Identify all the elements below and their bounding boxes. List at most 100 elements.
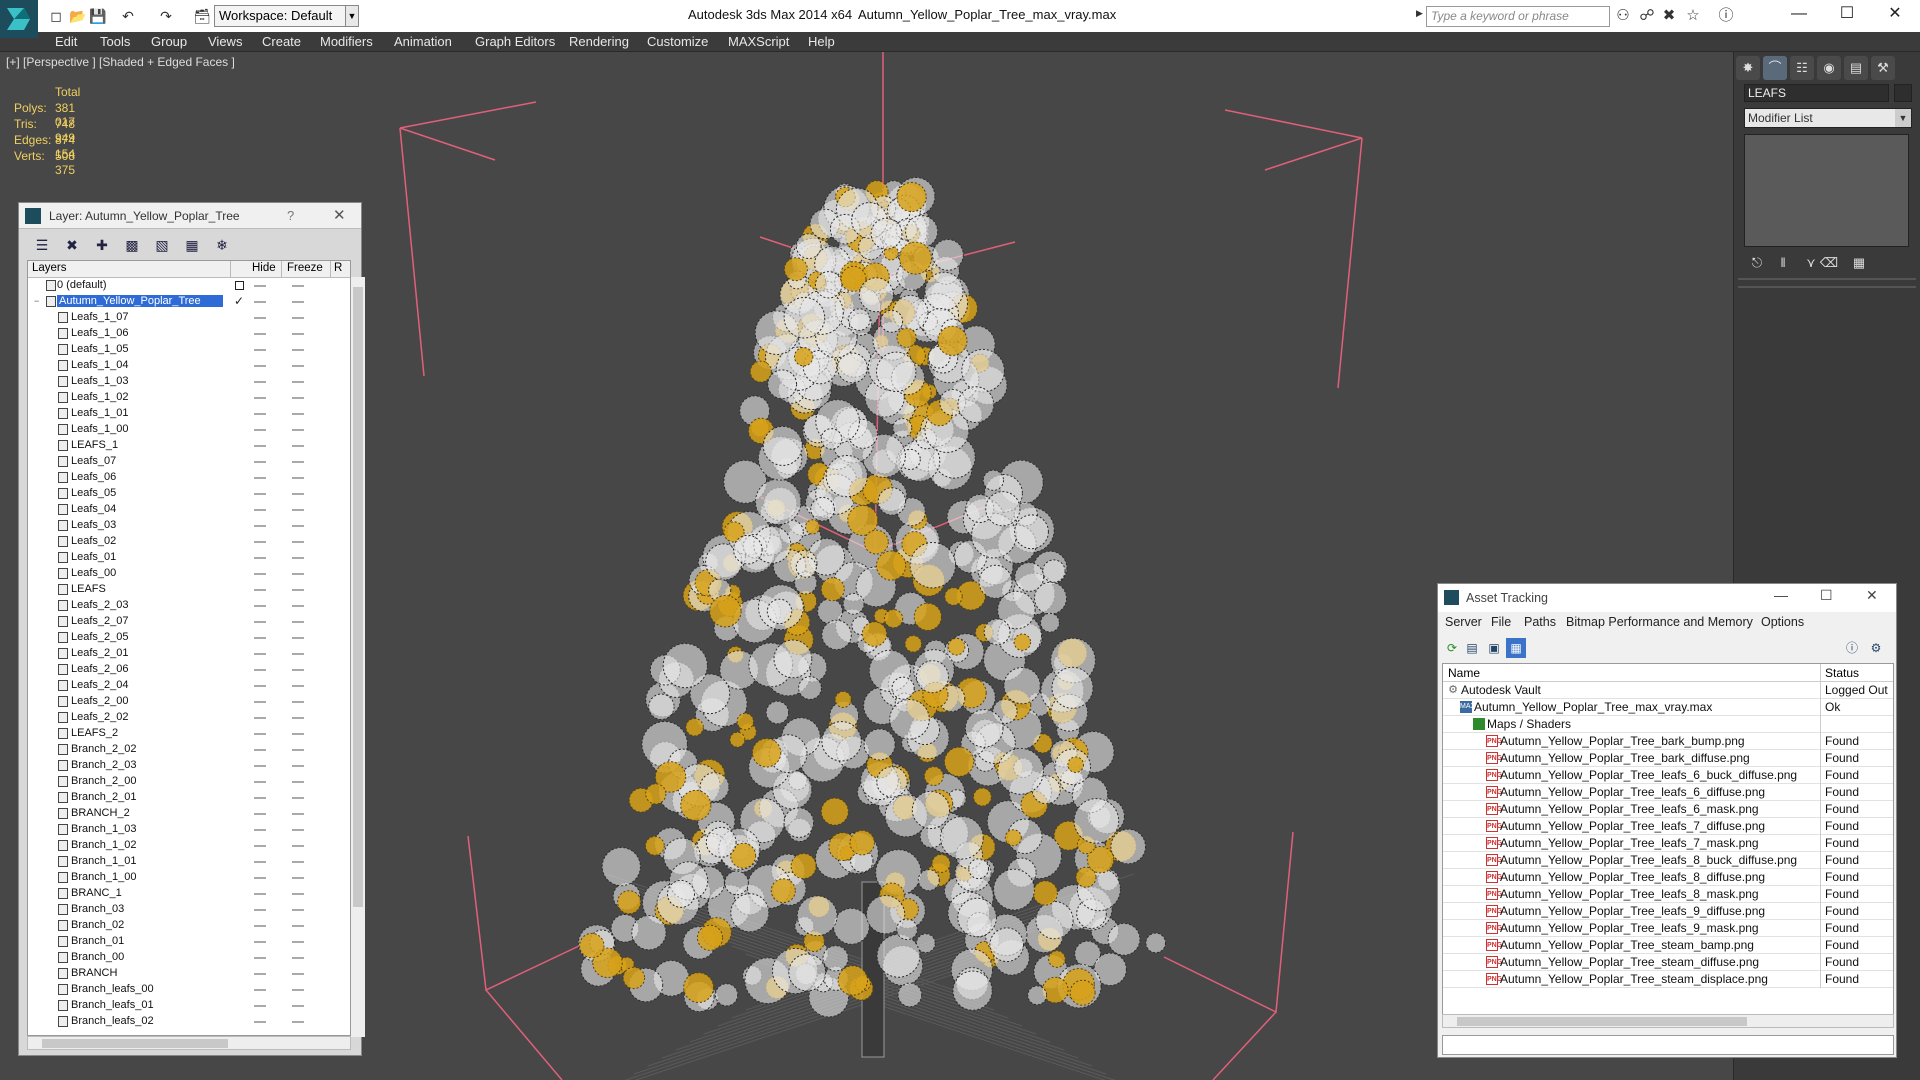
hide-toggle[interactable] bbox=[254, 749, 266, 751]
layer-row[interactable]: 0 (default) bbox=[28, 278, 340, 294]
hide-toggle[interactable] bbox=[254, 957, 266, 959]
layer-row[interactable]: Leafs_05 bbox=[28, 486, 340, 502]
hide-toggle[interactable] bbox=[254, 941, 266, 943]
menu-graph-editors[interactable]: Graph Editors bbox=[475, 34, 555, 49]
layer-row[interactable]: Leafs_2_02 bbox=[28, 710, 340, 726]
layer-row[interactable]: BRANCH bbox=[28, 966, 340, 982]
hide-toggle[interactable] bbox=[254, 1005, 266, 1007]
hide-toggle[interactable] bbox=[254, 445, 266, 447]
hide-toggle[interactable] bbox=[254, 797, 266, 799]
collapse-toggle-icon[interactable] bbox=[34, 280, 44, 290]
layer-row[interactable]: Leafs_06 bbox=[28, 470, 340, 486]
layer-row[interactable]: Leafs_04 bbox=[28, 502, 340, 518]
layer-horizontal-scrollbar[interactable] bbox=[27, 1036, 351, 1050]
layer-row[interactable]: Branch_2_03 bbox=[28, 758, 340, 774]
freeze-toggle[interactable] bbox=[292, 573, 304, 575]
hide-toggle[interactable] bbox=[254, 493, 266, 495]
hide-toggle[interactable] bbox=[254, 893, 266, 895]
thumbnail-view-icon[interactable]: ▣ bbox=[1484, 638, 1504, 658]
asset-row[interactable]: Maps / Shaders bbox=[1443, 716, 1893, 733]
layer-row[interactable]: Branch_leafs_01 bbox=[28, 998, 340, 1014]
hide-toggle[interactable] bbox=[254, 605, 266, 607]
hide-all-icon[interactable]: ▦ bbox=[181, 235, 203, 255]
freeze-toggle[interactable] bbox=[292, 893, 304, 895]
layer-row[interactable]: Branch_leafs_00 bbox=[28, 982, 340, 998]
hide-toggle[interactable] bbox=[254, 701, 266, 703]
freeze-toggle[interactable] bbox=[292, 413, 304, 415]
hide-toggle[interactable] bbox=[254, 669, 266, 671]
hide-toggle[interactable] bbox=[254, 813, 266, 815]
freeze-toggle[interactable] bbox=[292, 749, 304, 751]
column-status[interactable]: Status bbox=[1825, 666, 1859, 680]
asset-row[interactable]: PNG Autumn_Yellow_Poplar_Tree_leafs_7_mas… bbox=[1443, 835, 1893, 852]
hide-toggle[interactable] bbox=[254, 525, 266, 527]
collapse-toggle-icon[interactable]: − bbox=[34, 296, 44, 306]
freeze-toggle[interactable] bbox=[292, 733, 304, 735]
maximize-icon[interactable]: ☐ bbox=[1824, 0, 1870, 30]
layer-row[interactable]: Branch_1_00 bbox=[28, 870, 340, 886]
asset-menu-options[interactable]: Options bbox=[1761, 615, 1804, 629]
layer-row[interactable]: Branch_1_02 bbox=[28, 838, 340, 854]
layer-row[interactable]: Leafs_1_00 bbox=[28, 422, 340, 438]
viewport-label[interactable]: [+] [Perspective ] [Shaded + Edged Faces… bbox=[6, 55, 235, 69]
hide-toggle[interactable] bbox=[254, 717, 266, 719]
hide-toggle[interactable] bbox=[254, 637, 266, 639]
undo-icon[interactable]: ↶ bbox=[118, 6, 138, 26]
hide-toggle[interactable] bbox=[254, 589, 266, 591]
redo-icon[interactable]: ↷ bbox=[156, 6, 176, 26]
hierarchy-tab-icon[interactable]: ☷ bbox=[1790, 56, 1814, 80]
layer-row[interactable]: Leafs_03 bbox=[28, 518, 340, 534]
freeze-toggle[interactable] bbox=[292, 909, 304, 911]
menu-animation[interactable]: Animation bbox=[394, 34, 452, 49]
freeze-toggle[interactable] bbox=[292, 477, 304, 479]
menu-create[interactable]: Create bbox=[262, 34, 301, 49]
new-file-icon[interactable]: ◻ bbox=[46, 6, 66, 26]
asset-row[interactable]: PNG Autumn_Yellow_Poplar_Tree_steam_displ… bbox=[1443, 971, 1893, 988]
layer-row[interactable]: Leafs_00 bbox=[28, 566, 340, 582]
select-layer-icon[interactable]: ▧ bbox=[151, 235, 173, 255]
menu-maxscript[interactable]: MAXScript bbox=[728, 34, 789, 49]
layer-row[interactable]: Branch_2_00 bbox=[28, 774, 340, 790]
freeze-all-icon[interactable]: ❄ bbox=[211, 235, 233, 255]
scroll-thumb[interactable] bbox=[1457, 1017, 1747, 1026]
hide-toggle[interactable] bbox=[254, 925, 266, 927]
settings-icon[interactable]: ⚙ bbox=[1866, 638, 1886, 658]
new-layer-icon[interactable]: ☰ bbox=[31, 235, 53, 255]
freeze-toggle[interactable] bbox=[292, 301, 304, 303]
freeze-toggle[interactable] bbox=[292, 797, 304, 799]
hide-toggle[interactable] bbox=[254, 909, 266, 911]
hide-toggle[interactable] bbox=[254, 381, 266, 383]
freeze-toggle[interactable] bbox=[292, 1021, 304, 1023]
layer-row[interactable]: Leafs_1_05 bbox=[28, 342, 340, 358]
help-icon[interactable]: ? bbox=[287, 208, 294, 223]
modifier-stack[interactable] bbox=[1744, 134, 1909, 247]
object-color-swatch[interactable] bbox=[1894, 84, 1912, 102]
communication-icon[interactable]: ✖ bbox=[1658, 6, 1680, 26]
object-name-field[interactable]: LEAFS bbox=[1744, 84, 1889, 102]
layer-row[interactable]: LEAFS_2 bbox=[28, 726, 340, 742]
freeze-toggle[interactable] bbox=[292, 557, 304, 559]
menu-tools[interactable]: Tools bbox=[100, 34, 130, 49]
layer-row[interactable]: Branch_1_01 bbox=[28, 854, 340, 870]
help-icon[interactable]: ⓘ bbox=[1715, 6, 1737, 26]
maximize-icon[interactable]: ☐ bbox=[1820, 587, 1833, 604]
freeze-toggle[interactable] bbox=[292, 349, 304, 351]
freeze-toggle[interactable] bbox=[292, 493, 304, 495]
freeze-toggle[interactable] bbox=[292, 765, 304, 767]
layer-row[interactable]: Leafs_1_07 bbox=[28, 310, 340, 326]
hide-toggle[interactable] bbox=[254, 477, 266, 479]
asset-path-field[interactable] bbox=[1442, 1035, 1894, 1055]
freeze-toggle[interactable] bbox=[292, 605, 304, 607]
freeze-toggle[interactable] bbox=[292, 397, 304, 399]
layer-row[interactable]: Leafs_2_06 bbox=[28, 662, 340, 678]
list-view-icon[interactable]: ▤ bbox=[1462, 638, 1482, 658]
modifier-list-dropdown[interactable]: Modifier List ▼ bbox=[1744, 108, 1912, 128]
menu-modifiers[interactable]: Modifiers bbox=[320, 34, 373, 49]
scroll-thumb[interactable] bbox=[42, 1039, 228, 1048]
hide-toggle[interactable] bbox=[254, 557, 266, 559]
asset-row[interactable]: PNG Autumn_Yellow_Poplar_Tree_steam_diffu… bbox=[1443, 954, 1893, 971]
asset-row[interactable]: PNG Autumn_Yellow_Poplar_Tree_leafs_8_buc… bbox=[1443, 852, 1893, 869]
app-logo-button[interactable] bbox=[0, 0, 38, 38]
freeze-toggle[interactable] bbox=[292, 925, 304, 927]
hide-toggle[interactable] bbox=[254, 1021, 266, 1023]
